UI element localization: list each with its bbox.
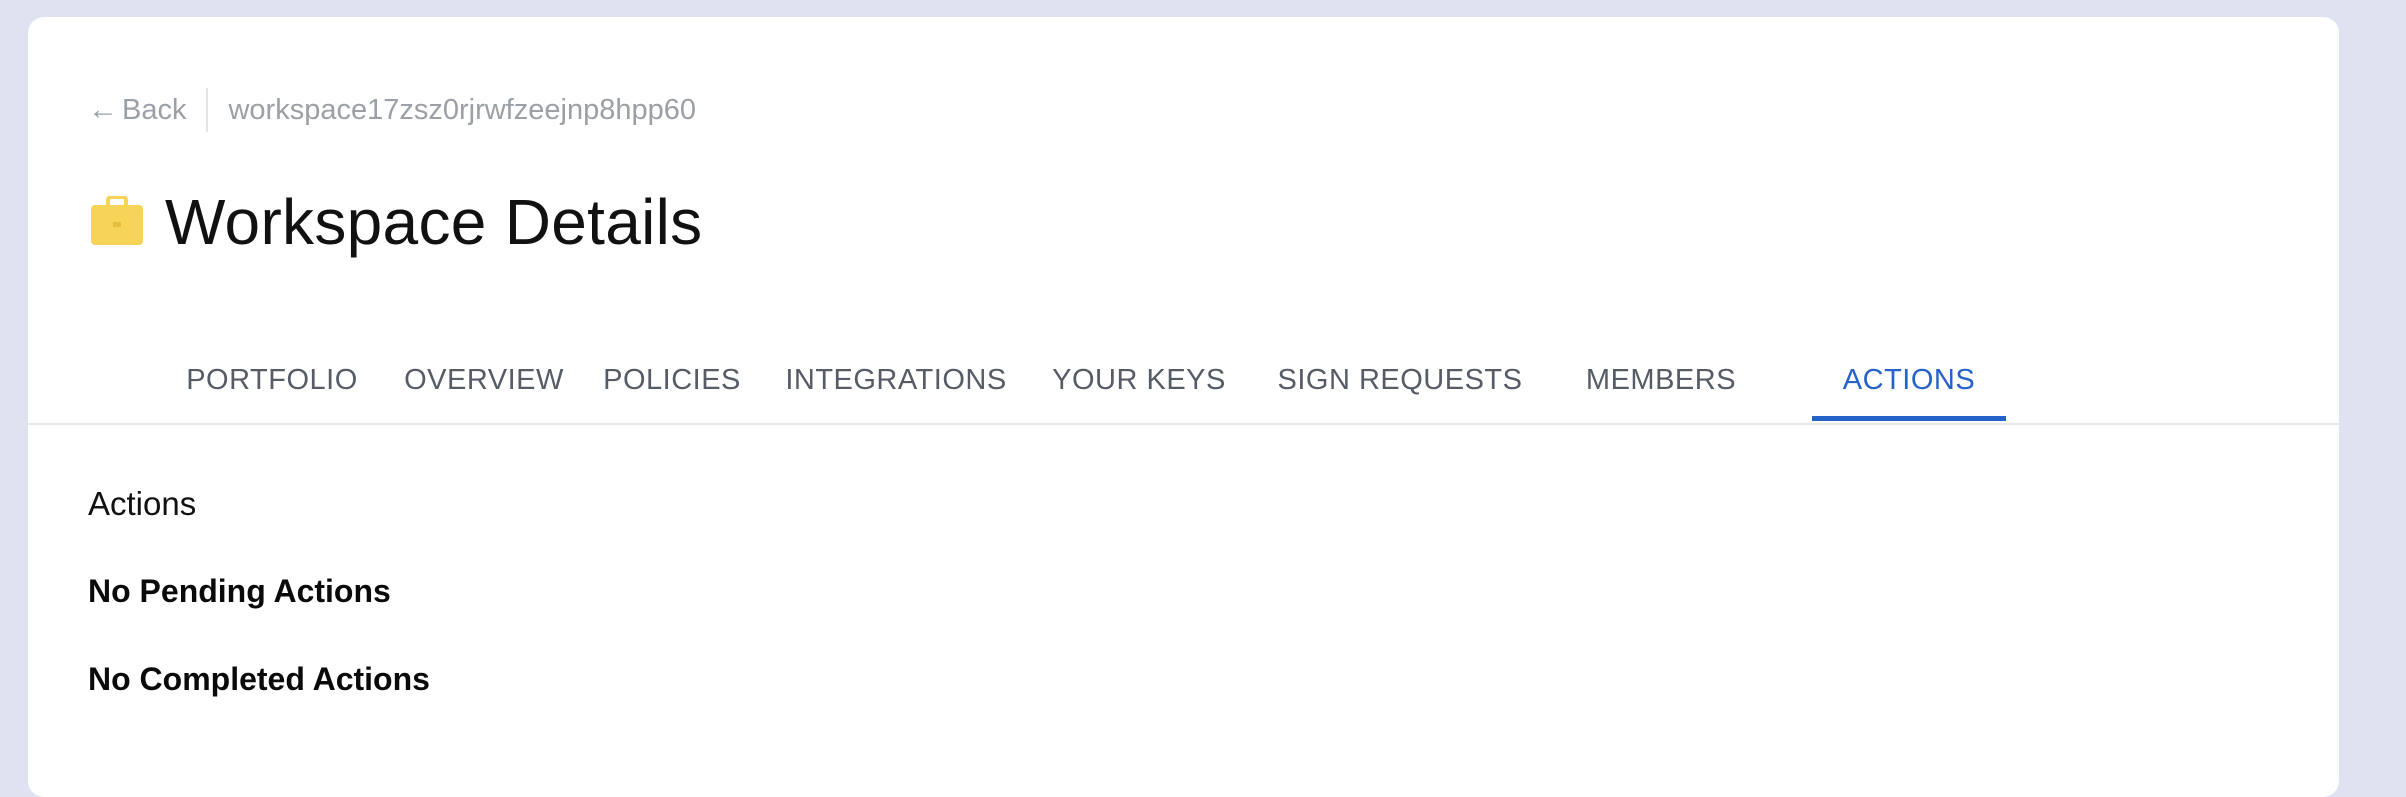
workspace-card: ← Back workspace17zsz0rjrwfzeejnp8hpp60 … <box>28 17 2339 797</box>
tab-integrations[interactable]: INTEGRATIONS <box>762 339 1030 421</box>
tab-members[interactable]: MEMBERS <box>1552 339 1770 421</box>
arrow-left-icon: ← <box>88 93 118 126</box>
breadcrumb-divider <box>206 88 209 132</box>
pending-actions-empty: No Pending Actions <box>88 573 391 609</box>
title-row: Workspace Details <box>91 177 702 267</box>
tab-overview[interactable]: OVERVIEW <box>386 339 582 421</box>
back-label: Back <box>122 93 187 126</box>
active-tab-indicator <box>1812 416 2006 421</box>
tab-bar: PORTFOLIO OVERVIEW POLICIES INTEGRATIONS… <box>28 339 2339 425</box>
briefcase-icon <box>91 195 143 248</box>
tab-portfolio[interactable]: PORTFOLIO <box>158 339 386 421</box>
tab-actions[interactable]: ACTIONS <box>1770 339 2048 421</box>
tab-your-keys[interactable]: YOUR KEYS <box>1030 339 1248 421</box>
back-button[interactable]: ← Back <box>88 94 186 127</box>
completed-actions-empty: No Completed Actions <box>88 661 430 697</box>
tab-sign-requests[interactable]: SIGN REQUESTS <box>1248 339 1552 421</box>
workspace-id: workspace17zsz0rjrwfzeejnp8hpp60 <box>228 93 696 126</box>
page-title: Workspace Details <box>165 186 703 258</box>
tab-policies[interactable]: POLICIES <box>582 339 762 421</box>
section-title: Actions <box>88 485 197 522</box>
breadcrumb: ← Back workspace17zsz0rjrwfzeejnp8hpp60 <box>88 83 696 137</box>
